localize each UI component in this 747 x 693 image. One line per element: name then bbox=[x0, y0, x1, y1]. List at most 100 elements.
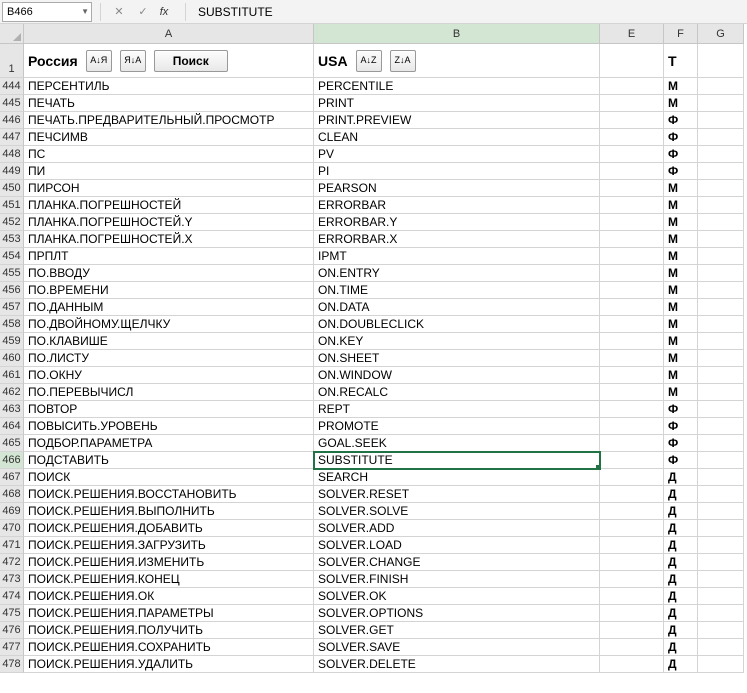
spreadsheet-grid[interactable]: A B E F G 1 Россия А↓Я Я↓А Поиск USA A↓Z… bbox=[0, 24, 747, 673]
col-header-b[interactable]: B bbox=[314, 24, 600, 44]
cell-a[interactable]: ПОДБОР.ПАРАМЕТРА bbox=[24, 435, 314, 452]
cell-f[interactable]: М bbox=[664, 282, 698, 299]
cell-e[interactable] bbox=[600, 554, 664, 571]
confirm-icon[interactable]: ✓ bbox=[133, 3, 153, 21]
cell-b[interactable]: ON.RECALC bbox=[314, 384, 600, 401]
cell-b[interactable]: SOLVER.GET bbox=[314, 622, 600, 639]
cell-g[interactable] bbox=[698, 571, 744, 588]
cell-f[interactable]: Ф bbox=[664, 452, 698, 469]
cell-f[interactable]: Д bbox=[664, 554, 698, 571]
cell-e[interactable] bbox=[600, 520, 664, 537]
cell-a[interactable]: ПОДСТАВИТЬ bbox=[24, 452, 314, 469]
cell-e[interactable] bbox=[600, 146, 664, 163]
row-header[interactable]: 458 bbox=[0, 316, 24, 333]
cell-a[interactable]: ПОИСК.РЕШЕНИЯ.УДАЛИТЬ bbox=[24, 656, 314, 673]
cell-f[interactable]: Ф bbox=[664, 163, 698, 180]
row-header[interactable]: 476 bbox=[0, 622, 24, 639]
cell-e[interactable] bbox=[600, 588, 664, 605]
cell-g[interactable] bbox=[698, 503, 744, 520]
row-header[interactable]: 450 bbox=[0, 180, 24, 197]
cell-f[interactable]: Ф bbox=[664, 435, 698, 452]
cell-g[interactable] bbox=[698, 282, 744, 299]
cell-e[interactable] bbox=[600, 503, 664, 520]
cell-b[interactable]: PEARSON bbox=[314, 180, 600, 197]
cell-a[interactable]: ПЛАНКА.ПОГРЕШНОСТЕЙ.X bbox=[24, 231, 314, 248]
cell-f[interactable]: М bbox=[664, 231, 698, 248]
cell-e[interactable] bbox=[600, 418, 664, 435]
cell-e[interactable] bbox=[600, 469, 664, 486]
row-header[interactable]: 447 bbox=[0, 129, 24, 146]
row-header[interactable]: 469 bbox=[0, 503, 24, 520]
cell-b[interactable]: ON.DOUBLECLICK bbox=[314, 316, 600, 333]
cell-g[interactable] bbox=[698, 367, 744, 384]
cell-g[interactable] bbox=[698, 384, 744, 401]
formula-input[interactable] bbox=[194, 2, 745, 22]
cell-a[interactable]: ПОИСК.РЕШЕНИЯ.ВОССТАНОВИТЬ bbox=[24, 486, 314, 503]
cell-b[interactable]: PV bbox=[314, 146, 600, 163]
row-header[interactable]: 457 bbox=[0, 299, 24, 316]
cell-e[interactable] bbox=[600, 350, 664, 367]
cell-b[interactable]: CLEAN bbox=[314, 129, 600, 146]
dropdown-icon[interactable]: ▼ bbox=[81, 7, 89, 16]
row-header[interactable]: 454 bbox=[0, 248, 24, 265]
cell-a[interactable]: ПО.ОКНУ bbox=[24, 367, 314, 384]
cell-a[interactable]: ПЕЧАТЬ.ПРЕДВАРИТЕЛЬНЫЙ.ПРОСМОТР bbox=[24, 112, 314, 129]
name-box[interactable]: B466 ▼ bbox=[2, 2, 92, 22]
cell-g[interactable] bbox=[698, 197, 744, 214]
cell-e[interactable] bbox=[600, 452, 664, 469]
cell-a[interactable]: ПЕЧАТЬ bbox=[24, 95, 314, 112]
cell-b[interactable]: SOLVER.OK bbox=[314, 588, 600, 605]
cell-g[interactable] bbox=[698, 622, 744, 639]
cell-f[interactable]: М bbox=[664, 248, 698, 265]
cell-g[interactable] bbox=[698, 163, 744, 180]
cell-f[interactable]: М bbox=[664, 333, 698, 350]
cell-b[interactable]: ERRORBAR bbox=[314, 197, 600, 214]
cell-e[interactable] bbox=[600, 486, 664, 503]
row-header[interactable]: 472 bbox=[0, 554, 24, 571]
cell-a[interactable]: ПОИСК.РЕШЕНИЯ.ПОЛУЧИТЬ bbox=[24, 622, 314, 639]
row-header[interactable]: 459 bbox=[0, 333, 24, 350]
cell-a[interactable]: ПИ bbox=[24, 163, 314, 180]
row-header[interactable]: 462 bbox=[0, 384, 24, 401]
cell-a[interactable]: ПО.ПЕРЕВЫЧИСЛ bbox=[24, 384, 314, 401]
cell-f[interactable]: Д bbox=[664, 469, 698, 486]
cell-a[interactable]: ПОИСК.РЕШЕНИЯ.ОК bbox=[24, 588, 314, 605]
cell-f[interactable]: М bbox=[664, 367, 698, 384]
cell-b[interactable]: PERCENTILE bbox=[314, 78, 600, 95]
row-header[interactable]: 452 bbox=[0, 214, 24, 231]
col-header-g[interactable]: G bbox=[698, 24, 744, 44]
cell-e[interactable] bbox=[600, 214, 664, 231]
cell-e[interactable] bbox=[600, 435, 664, 452]
sort-az-button-b[interactable]: A↓Z bbox=[356, 50, 382, 72]
cell-f[interactable]: М bbox=[664, 180, 698, 197]
cell-e[interactable] bbox=[600, 571, 664, 588]
cell-b[interactable]: GOAL.SEEK bbox=[314, 435, 600, 452]
cell-a[interactable]: ПОВТОР bbox=[24, 401, 314, 418]
cell-b[interactable]: SEARCH bbox=[314, 469, 600, 486]
cell-f[interactable]: Д bbox=[664, 503, 698, 520]
cell-g[interactable] bbox=[698, 401, 744, 418]
cell-e[interactable] bbox=[600, 656, 664, 673]
cell-a[interactable]: ПОИСК.РЕШЕНИЯ.ПАРАМЕТРЫ bbox=[24, 605, 314, 622]
cell-b[interactable]: PRINT bbox=[314, 95, 600, 112]
cell-a[interactable]: ПОИСК.РЕШЕНИЯ.ВЫПОЛНИТЬ bbox=[24, 503, 314, 520]
cell-e[interactable] bbox=[600, 299, 664, 316]
row-header[interactable]: 463 bbox=[0, 401, 24, 418]
cell-g[interactable] bbox=[698, 452, 744, 469]
cell-b[interactable]: SOLVER.SAVE bbox=[314, 639, 600, 656]
cell-f[interactable]: Д bbox=[664, 588, 698, 605]
cell-e[interactable] bbox=[600, 282, 664, 299]
col-header-e[interactable]: E bbox=[600, 24, 664, 44]
row-header[interactable]: 444 bbox=[0, 78, 24, 95]
cell-g[interactable] bbox=[698, 180, 744, 197]
cell-f[interactable]: М bbox=[664, 214, 698, 231]
cell-f[interactable]: Ф bbox=[664, 129, 698, 146]
cell-f[interactable]: М bbox=[664, 299, 698, 316]
cell-f[interactable]: М bbox=[664, 265, 698, 282]
cell-e[interactable] bbox=[600, 95, 664, 112]
cell-a[interactable]: ПЕРСЕНТИЛЬ bbox=[24, 78, 314, 95]
cell-e[interactable] bbox=[600, 367, 664, 384]
row-header[interactable]: 453 bbox=[0, 231, 24, 248]
cell-e[interactable] bbox=[600, 197, 664, 214]
row-header[interactable]: 467 bbox=[0, 469, 24, 486]
